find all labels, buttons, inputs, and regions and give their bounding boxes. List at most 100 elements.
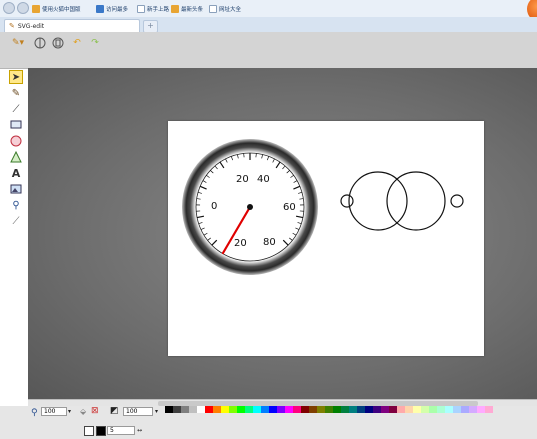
text-tool-icon[interactable]: A (9, 166, 23, 180)
color-palette (165, 406, 493, 413)
image-tool-icon[interactable] (9, 182, 23, 196)
svg-canvas[interactable]: 20 40 0 60 80 20 (168, 121, 484, 356)
palette-swatch[interactable] (317, 406, 325, 413)
palette-swatch[interactable] (197, 406, 205, 413)
page-icon (137, 4, 145, 13)
bookmark-item[interactable]: 最新头条 (171, 3, 203, 14)
opacity-input[interactable]: 100 (123, 407, 153, 416)
palette-swatch[interactable] (229, 406, 237, 413)
bookmark-item[interactable]: 使用火狐中国版 (32, 3, 81, 14)
palette-swatch[interactable] (205, 406, 213, 413)
palette-swatch[interactable] (261, 406, 269, 413)
opacity-dropdown-icon[interactable]: ▾ (155, 408, 158, 415)
circles-drawing (340, 171, 464, 231)
palette-swatch[interactable] (285, 406, 293, 413)
left-large-circle (348, 171, 408, 231)
select-tool-icon[interactable]: ➤ (9, 70, 23, 84)
zoom-input[interactable]: 100 (41, 407, 67, 416)
shield-icon[interactable] (3, 2, 15, 14)
palette-swatch[interactable] (365, 406, 373, 413)
palette-swatch[interactable] (461, 406, 469, 413)
undo-icon[interactable]: ↶ (70, 36, 84, 50)
zoom-dropdown-icon[interactable]: ▾ (68, 408, 71, 415)
palette-swatch[interactable] (333, 406, 341, 413)
no-fill-icon[interactable]: ⊠ (91, 406, 99, 416)
stroke-style-icon[interactable]: ↔ (137, 427, 142, 434)
palette-swatch[interactable] (221, 406, 229, 413)
gauge-label-60: 60 (283, 202, 296, 213)
palette-swatch[interactable] (341, 406, 349, 413)
palette-swatch[interactable] (181, 406, 189, 413)
bookmark-item[interactable]: 新手上路 (137, 3, 169, 14)
palette-swatch[interactable] (173, 406, 181, 413)
pencil-tool-icon[interactable]: ✎ (9, 86, 23, 100)
bookmark-item[interactable]: 网址大全 (209, 3, 241, 14)
bookmark-label: 最新头条 (181, 6, 204, 13)
palette-swatch[interactable] (421, 406, 429, 413)
gauge-label-80: 80 (263, 237, 276, 248)
palette-swatch[interactable] (381, 406, 389, 413)
zoom-tool-icon[interactable]: ⚲ (9, 198, 23, 212)
palette-swatch[interactable] (413, 406, 421, 413)
palette-swatch[interactable] (437, 406, 445, 413)
palette-swatch[interactable] (477, 406, 485, 413)
ellipse-tool-icon[interactable] (9, 134, 23, 148)
palette-swatch[interactable] (237, 406, 245, 413)
path-tool-icon[interactable] (9, 150, 23, 164)
tab-title: SVG-edit (17, 22, 45, 30)
folder-icon (32, 4, 40, 13)
palette-swatch[interactable] (165, 406, 173, 413)
bookmark-label: 新手上路 (147, 6, 170, 13)
palette-swatch[interactable] (253, 406, 261, 413)
gauge-hub (247, 204, 253, 210)
palette-swatch[interactable] (453, 406, 461, 413)
info-icon[interactable] (17, 2, 29, 14)
stroke-width-input[interactable]: 5 (107, 426, 135, 435)
bookmark-label: 访问最多 (106, 6, 129, 13)
left-tools-panel: ➤ ✎ ⟋ A ⚲ ⟋ (9, 68, 26, 398)
gauge-label-40: 40 (257, 174, 270, 185)
bookmark-item[interactable]: 访问最多 (96, 3, 128, 14)
palette-swatch[interactable] (397, 406, 405, 413)
palette-swatch[interactable] (277, 406, 285, 413)
rectangle-tool-icon[interactable] (9, 118, 23, 132)
zoom-value: 100 (44, 408, 56, 415)
palette-swatch[interactable] (445, 406, 453, 413)
tab-svg-edit[interactable]: ✎ SVG-edit (4, 19, 140, 32)
stroke-swatch[interactable] (96, 426, 106, 436)
palette-swatch[interactable] (357, 406, 365, 413)
palette-swatch[interactable] (389, 406, 397, 413)
wireframe-icon[interactable] (33, 36, 47, 50)
pen-icon: ✎ (9, 22, 15, 30)
fill-swatch[interactable] (84, 426, 94, 436)
redo-icon[interactable]: ↷ (88, 36, 102, 50)
bookmarks-bar: 使用火狐中国版 访问最多 新手上路 最新头条 网址大全 (0, 0, 537, 22)
bookmark-label: 使用火狐中国版 (42, 6, 81, 13)
palette-swatch[interactable] (269, 406, 277, 413)
palette-swatch[interactable] (429, 406, 437, 413)
palette-swatch[interactable] (245, 406, 253, 413)
screen: 使用火狐中国版 访问最多 新手上路 最新头条 网址大全 ✎ SVG-edit +… (0, 0, 537, 439)
right-small-circle (450, 194, 464, 208)
palette-swatch[interactable] (349, 406, 357, 413)
palette-swatch[interactable] (301, 406, 309, 413)
tab-bar: ✎ SVG-edit + (0, 17, 537, 33)
eyedropper-tool-icon[interactable]: ⟋ (9, 214, 23, 228)
palette-swatch[interactable] (213, 406, 221, 413)
main-menu-icon[interactable]: ✎▾ (8, 36, 28, 50)
palette-swatch[interactable] (293, 406, 301, 413)
left-small-circle (340, 194, 354, 208)
gauge-label-20: 20 (236, 174, 249, 185)
palette-swatch[interactable] (405, 406, 413, 413)
document-properties-icon[interactable] (51, 36, 65, 50)
palette-swatch[interactable] (485, 406, 493, 413)
palette-swatch[interactable] (373, 406, 381, 413)
palette-swatch[interactable] (309, 406, 317, 413)
palette-swatch[interactable] (469, 406, 477, 413)
fill-paint-icon[interactable]: ⬙ (80, 407, 86, 416)
zoom-icon: ⚲ (31, 408, 38, 418)
bookmark-label: 网址大全 (219, 6, 242, 13)
palette-swatch[interactable] (325, 406, 333, 413)
line-tool-icon[interactable]: ⟋ (9, 102, 23, 116)
palette-swatch[interactable] (189, 406, 197, 413)
